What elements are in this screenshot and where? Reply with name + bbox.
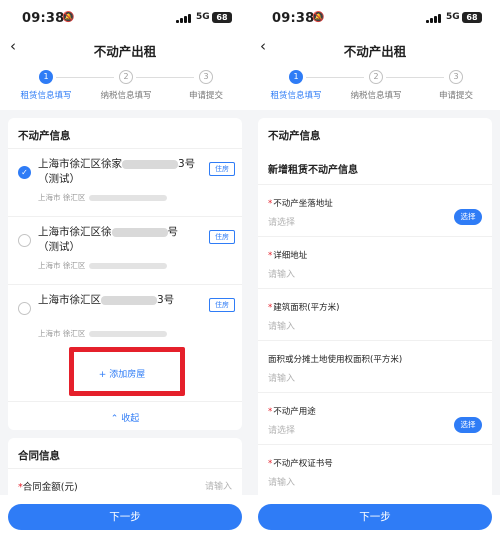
battery-icon: 68: [212, 12, 232, 23]
step-1: 1 租赁信息填写: [6, 70, 86, 101]
section-title: 合同信息: [18, 450, 60, 462]
left-screen: 09:38 🔕 5G 68 ‹ 不动产出租 1 租赁信息填写 2 纳税信息填写 …: [0, 0, 250, 543]
land-area-input[interactable]: 请输入: [268, 371, 295, 384]
step-label: 租赁信息填写: [270, 91, 322, 101]
step-label: 纳税信息填写: [350, 91, 402, 101]
property-address: 上海市徐汇区徐家 3号（测试）: [38, 158, 196, 185]
collapse-button[interactable]: ⌃ 收起: [8, 401, 242, 430]
network-type: 5G: [196, 12, 210, 22]
signal-icon: [176, 14, 192, 23]
step-2: 2 纳税信息填写: [336, 70, 416, 101]
field-label: *不动产用途: [268, 407, 316, 417]
step-number: 3: [199, 70, 213, 84]
property-type-tag: 住房: [209, 230, 235, 244]
detail-address-field[interactable]: *详细地址 请输入: [258, 236, 492, 288]
certificate-number-field[interactable]: *不动产权证书号 请输入: [258, 444, 492, 496]
form-title: 新增租赁不动产信息: [268, 165, 358, 176]
field-label: *详细地址: [268, 251, 308, 261]
next-button[interactable]: 下一步: [258, 504, 492, 530]
field-label: *合同金额(元): [18, 482, 78, 493]
section-title: 不动产信息: [268, 130, 321, 142]
step-number: 2: [119, 70, 133, 84]
select-button[interactable]: 选择: [454, 417, 482, 433]
amount-input[interactable]: 请输入: [205, 479, 232, 492]
step-indicator: 1 租赁信息填写 2 纳税信息填写 3 申请提交: [250, 62, 500, 110]
field-label: *不动产权证书号: [268, 459, 333, 469]
step-label: 申请提交: [188, 91, 223, 101]
field-label: *建筑面积(平方米): [268, 303, 340, 313]
radio-unchecked-icon[interactable]: [18, 302, 31, 315]
property-district: 上海市 徐汇区: [38, 260, 168, 271]
detail-address-input[interactable]: 请输入: [268, 267, 295, 280]
contract-amount-field[interactable]: *合同金额(元) 请输入: [8, 468, 242, 498]
select-button[interactable]: 选择: [454, 209, 482, 225]
property-address: 上海市徐汇区徐 号（测试）: [38, 226, 178, 253]
property-item[interactable]: 上海市徐汇区徐 号（测试） 上海市 徐汇区 住房: [8, 216, 242, 280]
location-address-field[interactable]: *不动产坐落地址 请选择 选择: [258, 184, 492, 236]
step-label: 纳税信息填写: [100, 91, 152, 101]
step-number: 2: [369, 70, 383, 84]
property-type-tag: 住房: [209, 298, 235, 312]
location-select[interactable]: 请选择: [268, 215, 295, 228]
status-time: 09:38: [272, 11, 315, 26]
property-usage-field[interactable]: *不动产用途 请选择 选择: [258, 392, 492, 444]
next-button[interactable]: 下一步: [8, 504, 242, 530]
bell-muted-icon: 🔕: [312, 12, 325, 23]
step-label: 申请提交: [438, 91, 473, 101]
step-number: 3: [449, 70, 463, 84]
page-title: 不动产出租: [93, 44, 157, 59]
chevron-up-icon: ⌃: [110, 414, 119, 424]
page-title: 不动产出租: [343, 44, 407, 59]
signal-icon: [426, 14, 442, 23]
new-property-form: 不动产信息 新增租赁不动产信息 *不动产坐落地址 请选择 选择 *详细地址 请输…: [258, 118, 492, 498]
property-address: 上海市徐汇区 3号: [38, 294, 175, 306]
property-district: 上海市 徐汇区: [38, 328, 168, 339]
property-item[interactable]: ✓ 上海市徐汇区徐家 3号（测试） 上海市 徐汇区 住房: [8, 148, 242, 212]
property-district: 上海市 徐汇区: [38, 192, 168, 203]
nav-bar: ‹ 不动产出租: [0, 36, 250, 62]
right-screen: 09:38 🔕 5G 68 ‹ 不动产出租 1 租赁信息填写 2 纳税信息填写 …: [250, 0, 500, 543]
bottom-bar: 下一步: [0, 495, 250, 543]
network-type: 5G: [446, 12, 460, 22]
step-3: 3 申请提交: [166, 70, 246, 101]
step-1: 1 租赁信息填写: [256, 70, 336, 101]
property-type-tag: 住房: [209, 162, 235, 176]
field-label: *不动产坐落地址: [268, 199, 333, 209]
highlight-box: [69, 347, 185, 396]
bottom-bar: 下一步: [250, 495, 500, 543]
nav-bar: ‹ 不动产出租: [250, 36, 500, 62]
land-area-field[interactable]: 面积或分摊土地使用权面积(平方米) 请输入: [258, 340, 492, 392]
step-3: 3 申请提交: [416, 70, 496, 101]
step-indicator: 1 租赁信息填写 2 纳税信息填写 3 申请提交: [0, 62, 250, 110]
step-2: 2 纳税信息填写: [86, 70, 166, 101]
field-label: 面积或分摊土地使用权面积(平方米): [268, 355, 403, 365]
section-title: 不动产信息: [18, 130, 71, 142]
radio-checked-icon[interactable]: ✓: [18, 166, 31, 179]
status-bar: 09:38 🔕 5G 68: [0, 0, 250, 36]
status-bar: 09:38 🔕 5G 68: [250, 0, 500, 36]
radio-unchecked-icon[interactable]: [18, 234, 31, 247]
collapse-label: 收起: [121, 414, 140, 424]
building-area-input[interactable]: 请输入: [268, 319, 295, 332]
bell-muted-icon: 🔕: [62, 12, 75, 23]
usage-select[interactable]: 请选择: [268, 423, 295, 436]
status-time: 09:38: [22, 11, 65, 26]
step-label: 租赁信息填写: [20, 91, 72, 101]
step-number: 1: [39, 70, 53, 84]
certificate-number-input[interactable]: 请输入: [268, 475, 295, 488]
step-number: 1: [289, 70, 303, 84]
battery-icon: 68: [462, 12, 482, 23]
building-area-field[interactable]: *建筑面积(平方米) 请输入: [258, 288, 492, 340]
property-item[interactable]: 上海市徐汇区 3号 上海市 徐汇区 住房: [8, 284, 242, 348]
